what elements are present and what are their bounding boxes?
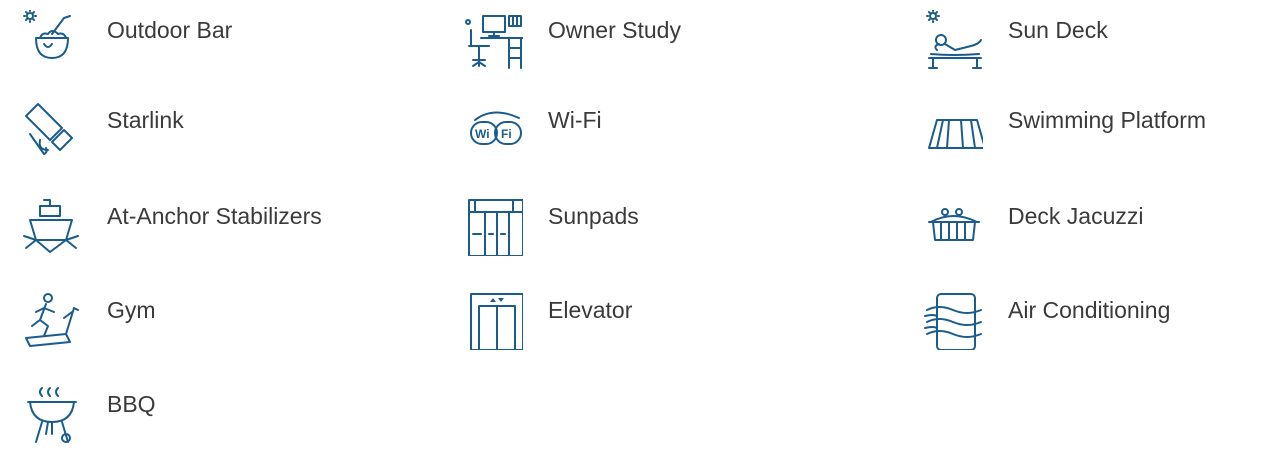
svg-text:Wi: Wi bbox=[475, 127, 490, 141]
amenity-label: Swimming Platform bbox=[1008, 107, 1207, 133]
bbq-grill-icon bbox=[22, 384, 82, 444]
boat-stabilizer-icon bbox=[22, 196, 82, 256]
amenity-label: Deck Jacuzzi bbox=[1008, 203, 1144, 229]
amenity-label: Air Conditioning bbox=[1008, 297, 1171, 323]
amenity-label: Sun Deck bbox=[1008, 17, 1108, 43]
svg-text:Fi: Fi bbox=[501, 127, 512, 141]
desk-icon bbox=[463, 10, 523, 70]
satellite-icon bbox=[22, 100, 82, 160]
cocktail-icon bbox=[22, 10, 82, 70]
amenity-label: Outdoor Bar bbox=[107, 17, 233, 43]
jacuzzi-icon bbox=[923, 196, 983, 256]
amenity-label: Sunpads bbox=[548, 203, 639, 229]
amenity-label: Gym bbox=[107, 297, 156, 323]
amenity-label: BBQ bbox=[107, 391, 156, 417]
treadmill-icon bbox=[22, 290, 82, 350]
amenity-label: Starlink bbox=[107, 107, 184, 133]
wifi-icon: Wi Fi bbox=[463, 100, 523, 160]
amenity-label: Owner Study bbox=[548, 17, 681, 43]
elevator-icon bbox=[463, 290, 523, 350]
sunpads-icon bbox=[463, 196, 523, 256]
sunbed-icon bbox=[923, 10, 983, 70]
air-conditioning-icon bbox=[923, 290, 983, 350]
amenity-label: Wi-Fi bbox=[548, 107, 602, 133]
amenity-label: Elevator bbox=[548, 297, 633, 323]
amenity-label: At-Anchor Stabilizers bbox=[107, 203, 322, 229]
swim-platform-icon bbox=[923, 100, 983, 160]
